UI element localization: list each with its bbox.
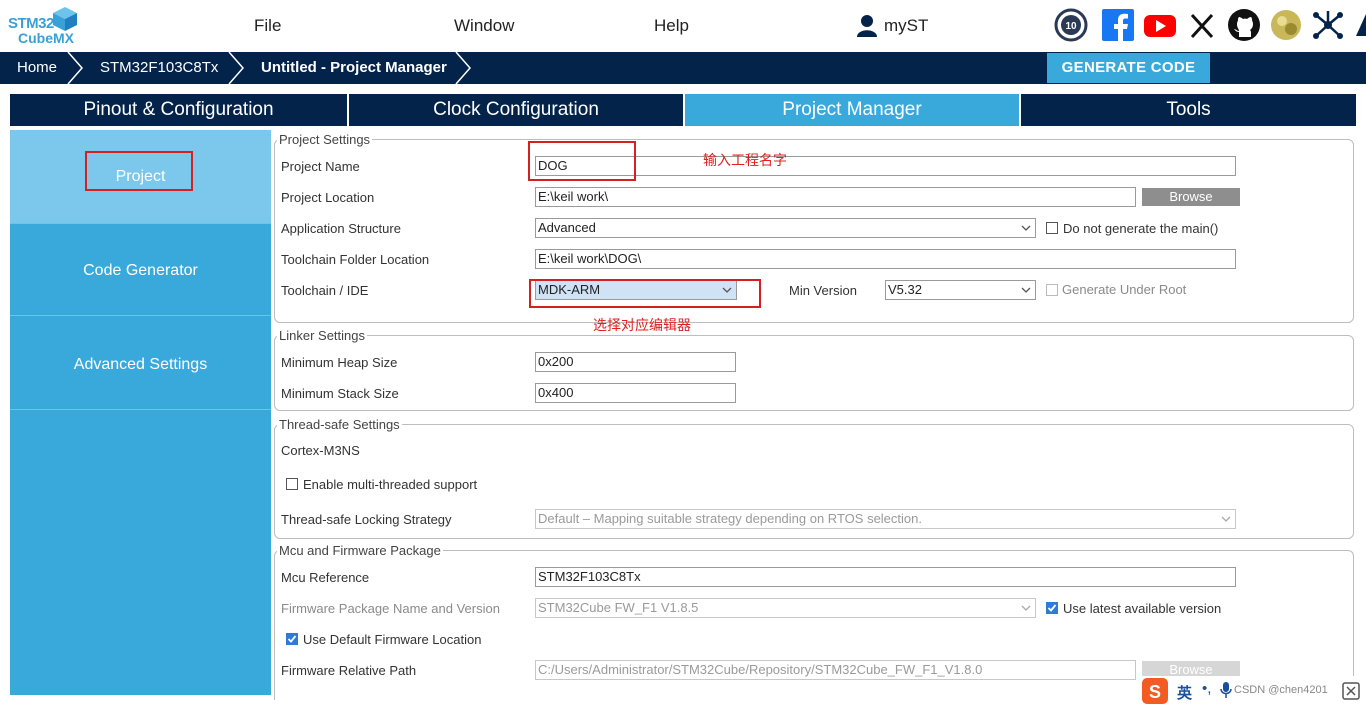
app-structure-value: Advanced [538,220,596,235]
svg-text:10: 10 [1065,21,1077,32]
heap-size-input[interactable]: 0x200 [535,352,736,372]
ime-language[interactable]: 英 [1177,682,1192,703]
sidebar: Project Code Generator Advanced Settings [10,130,271,695]
menu-bar: STM32 CubeMX File Window Help myST 10 [0,0,1366,52]
app-structure-label: Application Structure [281,221,401,236]
breadcrumb-home[interactable]: Home [17,52,57,84]
thread-safe-legend: Thread-safe Settings [277,417,402,432]
project-location-browse-button[interactable]: Browse [1142,188,1240,206]
annotation-box-project-name [528,141,636,181]
microphone-icon[interactable] [1220,682,1232,699]
project-name-input[interactable]: DOG [535,156,1236,176]
project-location-input[interactable]: E:\keil work\ [535,187,1136,207]
chevron-right-icon [67,52,83,84]
anniversary-badge-icon[interactable]: 10 [1054,8,1088,42]
stm32cubemx-logo: STM32 CubeMX [8,6,80,48]
annotation-box-toolchain [529,279,761,308]
toolchain-folder-input[interactable]: E:\keil work\DOG\ [535,249,1236,269]
sidebar-item-label: Advanced Settings [73,356,208,373]
no-main-checkbox[interactable] [1046,222,1058,234]
use-latest-version-checkbox[interactable] [1046,602,1058,614]
chevron-down-icon [1221,516,1231,522]
default-firmware-location-checkbox[interactable] [286,633,298,645]
default-firmware-location-label: Use Default Firmware Location [303,632,482,647]
annotation-name-hint: 输入工程名字 [703,152,787,168]
cube-icon [53,7,77,31]
svg-text:S: S [1149,682,1161,702]
tab-pinout-configuration[interactable]: Pinout & Configuration [10,94,347,126]
breadcrumb-project-manager[interactable]: Untitled - Project Manager [261,52,447,84]
mcu-firmware-legend: Mcu and Firmware Package [277,543,443,558]
app-structure-select[interactable]: Advanced [535,218,1036,238]
locking-strategy-select[interactable]: Default – Mapping suitable strategy depe… [535,509,1236,529]
menu-file[interactable]: File [254,16,281,36]
mcu-reference-input[interactable]: STM32F103C8Tx [535,567,1236,587]
triangle-icon[interactable] [1356,14,1366,38]
stack-size-input[interactable]: 0x400 [535,383,736,403]
no-main-label: Do not generate the main() [1063,221,1219,236]
core-name-label: Cortex-M3NS [281,443,360,458]
punctuation-icon[interactable]: •, [1202,680,1211,697]
firmware-relative-path-label: Firmware Relative Path [281,663,417,678]
generate-code-button[interactable]: GENERATE CODE [1047,53,1210,83]
toolchain-folder-label: Toolchain Folder Location [281,252,430,267]
sidebar-item-advanced-settings[interactable]: Advanced Settings [10,316,271,410]
logo-text-line2: CubeMX [18,30,74,46]
chevron-down-icon [1021,605,1031,611]
x-twitter-icon[interactable] [1185,8,1219,42]
generate-under-root-label: Generate Under Root [1062,282,1187,297]
sogou-ime-icon[interactable]: S [1142,678,1168,704]
tab-tools[interactable]: Tools [1021,94,1356,126]
chevron-down-icon [1021,225,1031,231]
firmware-package-select[interactable]: STM32Cube FW_F1 V1.8.5 [535,598,1036,618]
sidebar-item-label: Code Generator [83,262,198,279]
annotation-box-project [85,151,193,191]
min-version-label: Min Version [789,283,857,298]
multithread-label: Enable multi-threaded support [303,477,478,492]
wiki-globe-icon[interactable] [1269,8,1303,42]
heap-size-label: Minimum Heap Size [281,355,398,370]
checkmark-icon [1047,604,1057,612]
main-tabs: Pinout & Configuration Clock Configurati… [10,94,1356,126]
chevron-right-icon [455,52,471,84]
menu-help[interactable]: Help [654,16,689,36]
github-icon[interactable] [1227,8,1261,42]
facebook-icon[interactable] [1101,8,1135,42]
chevron-right-icon [228,52,244,84]
generate-under-root-checkbox[interactable] [1046,284,1058,296]
csdn-watermark: CSDN @chen4201 [1234,684,1328,696]
linker-settings-legend: Linker Settings [277,328,367,343]
project-settings-legend: Project Settings [277,132,373,147]
tab-clock-configuration[interactable]: Clock Configuration [349,94,683,126]
project-location-label: Project Location [281,190,375,205]
myst-account[interactable]: myST [856,14,928,38]
linker-settings-group [274,335,1354,411]
mcu-reference-label: Mcu Reference [281,570,370,585]
use-latest-version-label: Use latest available version [1063,601,1222,616]
sidebar-item-code-generator[interactable]: Code Generator [10,224,271,316]
breadcrumb-mcu[interactable]: STM32F103C8Tx [100,52,218,84]
user-icon [857,15,877,37]
multithread-checkbox[interactable] [286,478,298,490]
firmware-package-label: Firmware Package Name and Version [281,601,500,616]
locking-strategy-label: Thread-safe Locking Strategy [281,512,452,527]
project-name-label: Project Name [281,159,360,174]
min-version-select[interactable]: V5.32 [885,280,1036,300]
ime-settings-icon[interactable] [1342,682,1360,700]
annotation-ide-hint: 选择对应编辑器 [593,317,691,333]
chevron-down-icon [1021,287,1031,293]
locking-strategy-value: Default – Mapping suitable strategy depe… [538,511,922,526]
youtube-icon[interactable] [1143,8,1177,42]
firmware-relative-path-input[interactable]: C:/Users/Administrator/STM32Cube/Reposit… [535,660,1136,680]
toolchain-ide-label: Toolchain / IDE [281,283,369,298]
checkmark-icon [287,635,297,643]
stack-size-label: Minimum Stack Size [281,386,399,401]
menu-window[interactable]: Window [454,16,514,36]
firmware-package-value: STM32Cube FW_F1 V1.8.5 [538,600,699,615]
network-icon[interactable] [1311,8,1345,42]
ime-toolbar: S 英 •, CSDN @chen4201 [1140,676,1366,705]
tab-project-manager[interactable]: Project Manager [685,94,1019,126]
min-version-value: V5.32 [888,282,922,297]
myst-label: myST [884,16,929,35]
